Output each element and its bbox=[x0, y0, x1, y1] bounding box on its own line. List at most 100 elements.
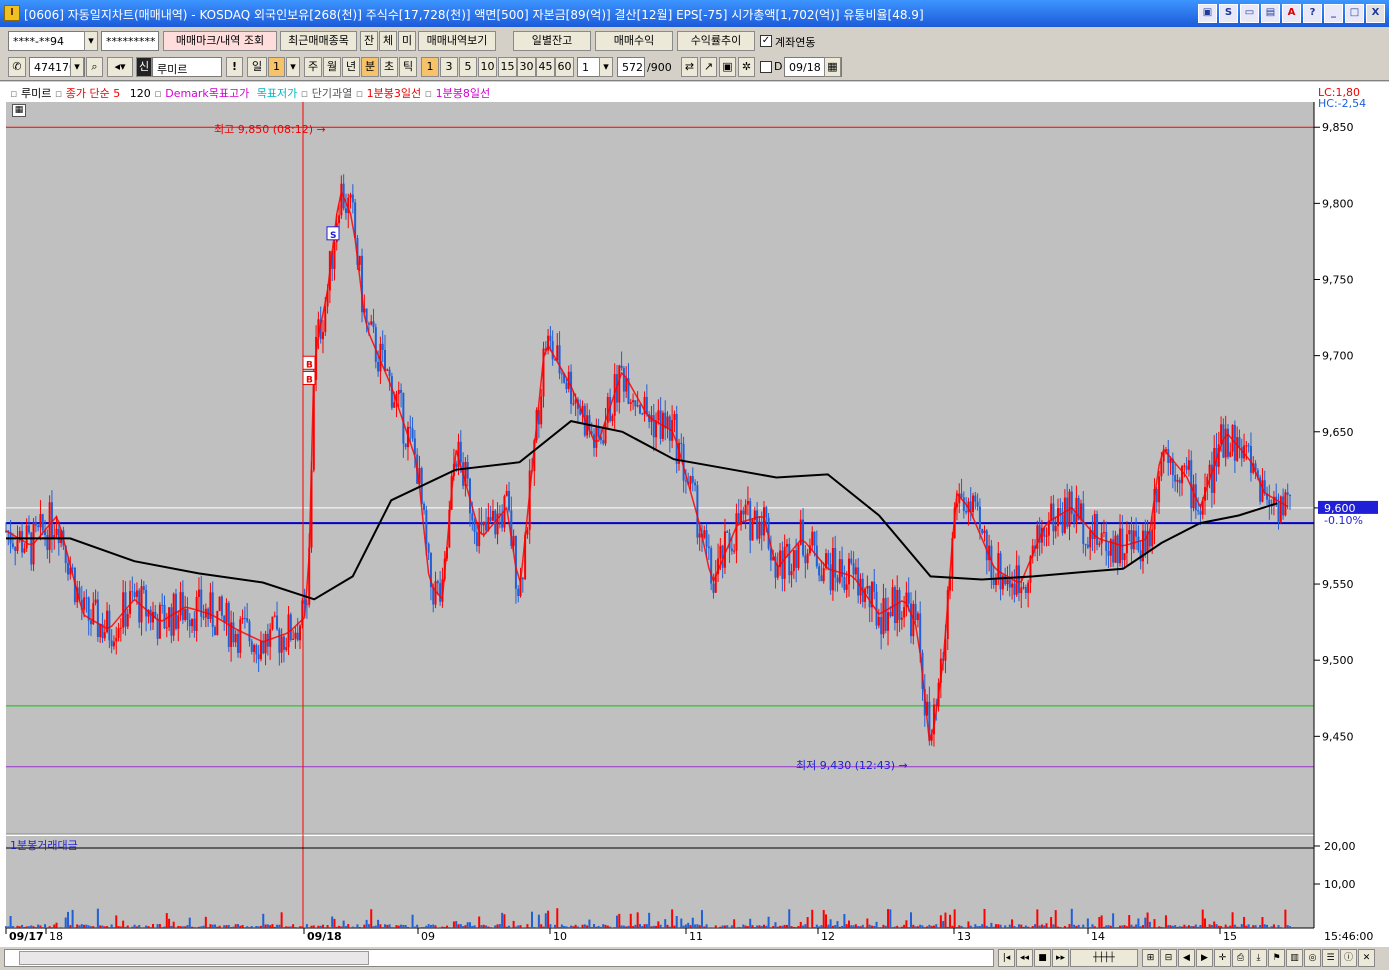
volume-bar bbox=[85, 924, 88, 928]
more-icon[interactable]: ◎ bbox=[1304, 949, 1321, 967]
minute-60[interactable]: 60 bbox=[555, 57, 574, 77]
alert-icon[interactable]: ! bbox=[226, 57, 243, 77]
volume-bar bbox=[1063, 925, 1066, 928]
speaker-icon[interactable]: ◂▾ bbox=[107, 57, 133, 77]
export-icon[interactable]: ⤓ bbox=[1250, 949, 1267, 967]
minute-5[interactable]: 5 bbox=[459, 57, 477, 77]
period-minute[interactable]: 분 bbox=[361, 57, 379, 77]
volume-bar bbox=[1215, 924, 1218, 928]
close-chart-icon[interactable]: ✕ bbox=[1358, 949, 1375, 967]
maximize-button[interactable]: □ bbox=[1345, 4, 1364, 23]
zoom-out-icon[interactable]: ⊟ bbox=[1160, 949, 1177, 967]
stock-name-field[interactable]: 루미르 bbox=[152, 57, 222, 77]
price-chart[interactable]: 9,8509,8009,7509,7009,6509,6009,5509,500… bbox=[0, 82, 1389, 946]
next-icon[interactable]: ▸▸ bbox=[1052, 949, 1069, 967]
password-field[interactable]: ********* bbox=[101, 31, 159, 51]
stop-icon[interactable]: ■ bbox=[1034, 949, 1051, 967]
daily-balance-button[interactable]: 일별잔고 bbox=[513, 31, 591, 51]
legend-box-icon[interactable]: ▫ bbox=[10, 87, 21, 100]
zoom-in-icon[interactable]: ⊞ bbox=[1142, 949, 1159, 967]
recent-items-button[interactable]: 최근매매종목 bbox=[280, 31, 357, 51]
volume-bar bbox=[638, 924, 641, 928]
chart-tool-icon[interactable]: ⇄ bbox=[681, 57, 698, 77]
candle-body bbox=[397, 389, 400, 395]
legend-ma-period[interactable]: 120 bbox=[130, 87, 151, 100]
print-icon[interactable]: ⎙ bbox=[1232, 949, 1249, 967]
scrollbar-thumb[interactable] bbox=[19, 951, 369, 965]
volume-bar bbox=[1282, 927, 1285, 928]
period-tick[interactable]: 틱 bbox=[399, 57, 417, 77]
refresh-icon[interactable]: S bbox=[1219, 4, 1238, 23]
phone-icon[interactable]: ✆ bbox=[8, 57, 26, 77]
minute-30[interactable]: 30 bbox=[517, 57, 536, 77]
grid-icon[interactable]: ▥ bbox=[1286, 949, 1303, 967]
filter-icon[interactable]: ⚑ bbox=[1268, 949, 1285, 967]
candle-body bbox=[299, 625, 302, 641]
settings-icon[interactable]: ✲ bbox=[738, 57, 755, 77]
trade-mark-query-button[interactable]: 매매마크/내역 조회 bbox=[163, 31, 277, 51]
link-icon[interactable]: ▣ bbox=[1198, 4, 1217, 23]
detail-icon[interactable]: ☰ bbox=[1322, 949, 1339, 967]
bar-count-input[interactable]: 572 bbox=[617, 57, 645, 77]
close-button[interactable]: X bbox=[1366, 4, 1385, 23]
day-count-dropdown-icon[interactable]: ▾ bbox=[286, 57, 300, 77]
table-icon[interactable]: ▦ bbox=[12, 104, 26, 117]
legend-min8[interactable]: 1분봉8일선 bbox=[436, 87, 490, 100]
window-title: [0606] 자동일지차트(매매내역) - KOSDAQ 외국인보유[268(천… bbox=[24, 8, 924, 22]
screen-icon[interactable]: ▤ bbox=[1261, 4, 1280, 23]
profit-trend-button[interactable]: 수익률추이 bbox=[677, 31, 755, 51]
calendar-icon[interactable]: ▦ bbox=[824, 57, 841, 77]
horizontal-scrollbar[interactable] bbox=[4, 949, 994, 967]
period-second[interactable]: 초 bbox=[380, 57, 398, 77]
zoom-slider[interactable]: ┼┼┼┼ bbox=[1070, 949, 1138, 967]
account-link-checkbox[interactable]: ✓ bbox=[760, 35, 772, 47]
minute-1[interactable]: 1 bbox=[421, 57, 439, 77]
first-page-icon[interactable]: |◂ bbox=[998, 949, 1015, 967]
tab-executed[interactable]: 체 bbox=[379, 31, 397, 51]
volume-bar bbox=[1254, 925, 1257, 928]
legend-short-overheat[interactable]: 단기과열 bbox=[312, 87, 352, 100]
help-icon[interactable]: ? bbox=[1303, 4, 1322, 23]
scroll-left-icon[interactable]: ◀ bbox=[1178, 949, 1195, 967]
candle-body bbox=[505, 490, 508, 497]
day-count[interactable]: 1 bbox=[268, 57, 285, 77]
minimize-button[interactable]: _ bbox=[1324, 4, 1343, 23]
legend-stock[interactable]: 루미르 bbox=[21, 87, 51, 100]
date-checkbox[interactable] bbox=[760, 61, 772, 73]
interval-dropdown-icon[interactable]: ▾ bbox=[599, 57, 613, 77]
minute-15[interactable]: 15 bbox=[498, 57, 517, 77]
minute-3[interactable]: 3 bbox=[440, 57, 458, 77]
legend-demark-high[interactable]: Demark목표고가 bbox=[165, 87, 249, 100]
prev-icon[interactable]: ◂◂ bbox=[1016, 949, 1033, 967]
chart-area[interactable]: 9,8509,8009,7509,7009,6509,6009,5509,500… bbox=[0, 82, 1389, 946]
tab-balance[interactable]: 잔 bbox=[360, 31, 378, 51]
candle-body bbox=[891, 587, 894, 617]
volume-bar bbox=[1226, 926, 1229, 928]
crosshair-icon[interactable]: ✛ bbox=[1214, 949, 1231, 967]
info-icon[interactable]: ⓘ bbox=[1340, 949, 1357, 967]
legend-min3[interactable]: 1분봉3일선 bbox=[367, 87, 421, 100]
period-month[interactable]: 월 bbox=[323, 57, 341, 77]
trade-history-button[interactable]: 매매내역보기 bbox=[418, 31, 496, 51]
legend-ma[interactable]: 종가 단순 5 bbox=[66, 87, 120, 100]
volume-bar bbox=[850, 925, 853, 928]
volume-panel-label[interactable]: 1분봉거래대금 bbox=[10, 837, 78, 853]
legend-demark-low[interactable]: 목표저가 bbox=[257, 87, 297, 100]
account-dropdown-icon[interactable]: ▾ bbox=[84, 31, 98, 51]
trade-profit-button[interactable]: 매매수익 bbox=[595, 31, 673, 51]
period-year[interactable]: 년 bbox=[342, 57, 360, 77]
volume-bar bbox=[983, 908, 986, 928]
search-icon[interactable]: ⌕ bbox=[86, 57, 103, 77]
tab-pending[interactable]: 미 bbox=[398, 31, 416, 51]
font-icon[interactable]: A bbox=[1282, 4, 1301, 23]
volume-bar bbox=[32, 926, 35, 928]
scroll-right-icon[interactable]: ▶ bbox=[1196, 949, 1213, 967]
indicator-icon[interactable]: ↗ bbox=[700, 57, 717, 77]
layout-icon[interactable]: ▭ bbox=[1240, 4, 1259, 23]
minute-45[interactable]: 45 bbox=[536, 57, 555, 77]
period-day[interactable]: 일 bbox=[247, 57, 267, 77]
save-icon[interactable]: ▣ bbox=[719, 57, 736, 77]
minute-10[interactable]: 10 bbox=[478, 57, 497, 77]
code-dropdown-icon[interactable]: ▾ bbox=[70, 57, 84, 77]
period-week[interactable]: 주 bbox=[304, 57, 322, 77]
